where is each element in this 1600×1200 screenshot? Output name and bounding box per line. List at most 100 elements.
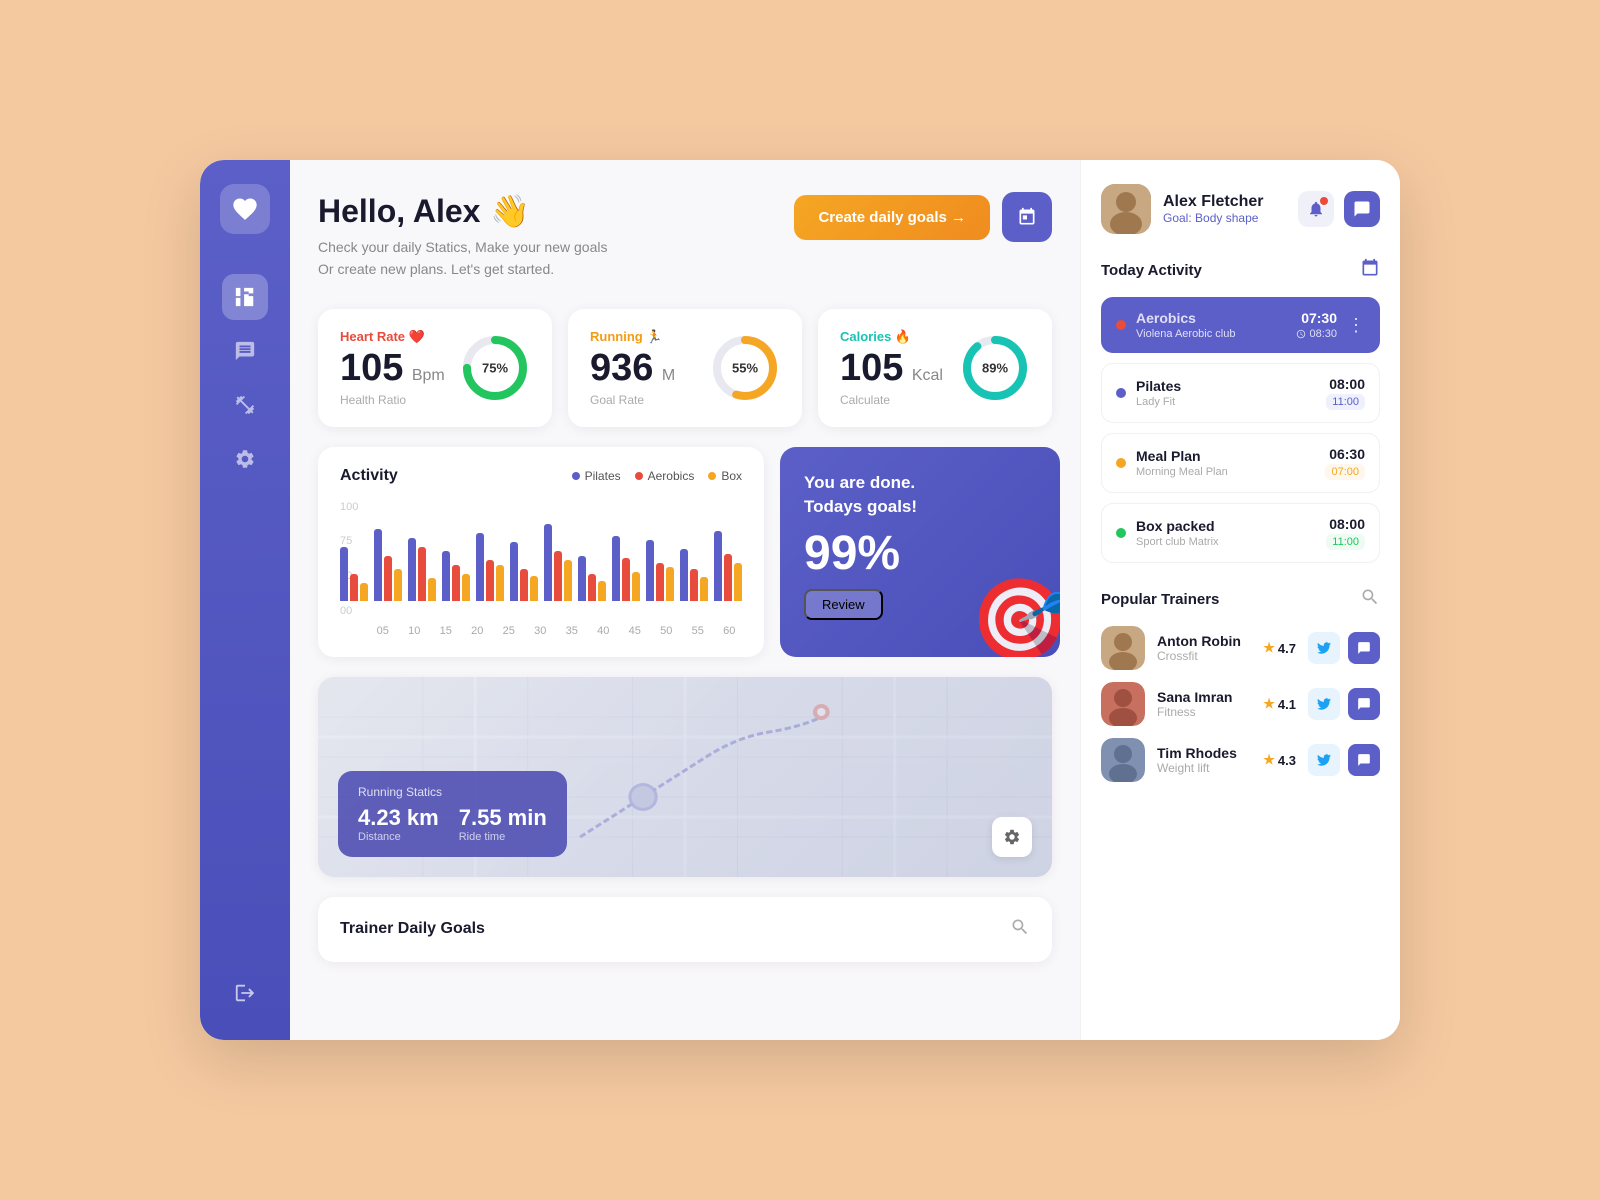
activity-chart-card: Activity Pilates Aerobics Box xyxy=(318,447,764,657)
sidebar-item-messages[interactable] xyxy=(222,328,268,374)
trainer-list: Anton Robin Crossfit ★ 4.7 xyxy=(1101,626,1380,782)
bar-aerobics-55 xyxy=(690,569,698,601)
bar-pilates-60 xyxy=(714,531,722,601)
main-content: Hello, Alex 👋 Check your daily Statics, … xyxy=(290,160,1080,1040)
bar-pilates-25 xyxy=(476,533,484,601)
activity-calendar-icon[interactable] xyxy=(1360,258,1380,283)
ride-time-label: Ride time xyxy=(459,831,547,843)
chart-label-20: 20 xyxy=(471,625,483,637)
tim-info: Tim Rhodes Weight lift xyxy=(1157,745,1251,775)
trainer-item-sana: Sana Imran Fitness ★ 4.1 xyxy=(1101,682,1380,726)
bar-box-30 xyxy=(530,576,538,601)
bar-pilates-45 xyxy=(612,536,620,601)
activity-item-box[interactable]: Box packed Sport club Matrix 08:00 11:00 xyxy=(1101,503,1380,563)
sidebar-logo[interactable] xyxy=(220,184,270,234)
anton-specialty: Crossfit xyxy=(1157,649,1251,663)
activity-item-pilates[interactable]: Pilates Lady Fit 08:00 11:00 xyxy=(1101,363,1380,423)
anton-twitter-button[interactable] xyxy=(1308,632,1340,664)
meal-dot xyxy=(1116,458,1126,468)
running-pct: 55% xyxy=(732,360,758,375)
trainers-search-icon[interactable] xyxy=(1360,587,1380,612)
calories-sub: Calculate xyxy=(840,393,943,407)
activity-item-meal[interactable]: Meal Plan Morning Meal Plan 06:30 07:00 xyxy=(1101,433,1380,493)
anton-actions xyxy=(1308,632,1380,664)
user-avatar-image xyxy=(1101,184,1151,234)
calories-label: Calories 🔥 xyxy=(840,329,943,345)
logout-button[interactable] xyxy=(222,970,268,1016)
bar-group-50 xyxy=(646,540,674,601)
anton-info: Anton Robin Crossfit xyxy=(1157,633,1251,663)
bar-group-35 xyxy=(544,524,572,601)
legend-aerobics: Aerobics xyxy=(635,469,695,483)
running-chart: 55% xyxy=(710,333,780,403)
goal-percentage: 99% xyxy=(804,526,900,581)
heart-rate-card: Heart Rate ❤️ 105 Bpm Health Ratio 75% xyxy=(318,309,552,427)
bar-group-40 xyxy=(578,556,606,601)
chart-label-25: 25 xyxy=(503,625,515,637)
sana-twitter-button[interactable] xyxy=(1308,688,1340,720)
sidebar-item-fitness[interactable] xyxy=(222,382,268,428)
sana-actions xyxy=(1308,688,1380,720)
activity-item-aerobics[interactable]: Aerobics Violena Aerobic club 07:30 08:3… xyxy=(1101,297,1380,353)
bar-group-20 xyxy=(442,551,470,601)
subtitle-line2: Or create new plans. Let's get started. xyxy=(318,261,554,277)
running-card: Running 🏃 936 M Goal Rate 55% xyxy=(568,309,802,427)
bar-pilates-10 xyxy=(374,529,382,601)
aerobics-menu[interactable]: ⋮ xyxy=(1347,315,1365,336)
calories-pct: 89% xyxy=(982,360,1008,375)
message-button[interactable] xyxy=(1344,191,1380,227)
chart-label-55: 55 xyxy=(692,625,704,637)
tim-twitter-button[interactable] xyxy=(1308,744,1340,776)
notification-button[interactable] xyxy=(1298,191,1334,227)
map-settings-button[interactable] xyxy=(992,817,1032,857)
trainers-header: Popular Trainers xyxy=(1101,587,1380,612)
aerobics-dot xyxy=(1116,320,1126,330)
anton-message-button[interactable] xyxy=(1348,632,1380,664)
legend-box: Box xyxy=(708,469,742,483)
tim-specialty: Weight lift xyxy=(1157,761,1251,775)
bar-pilates-30 xyxy=(510,542,518,601)
sana-message-button[interactable] xyxy=(1348,688,1380,720)
profile-icons xyxy=(1298,191,1380,227)
create-goals-button[interactable]: Create daily goals → xyxy=(794,195,990,240)
bar-group-05 xyxy=(340,547,368,601)
chart-labels: 051015202530354045505560 xyxy=(340,621,742,637)
bar-aerobics-40 xyxy=(588,574,596,601)
bar-box-05 xyxy=(360,583,368,601)
heart-rate-value: 105 Bpm xyxy=(340,349,445,387)
box-end: 11:00 xyxy=(1326,534,1365,550)
ride-time-value: 7.55 min xyxy=(459,805,547,831)
sidebar-item-dashboard[interactable] xyxy=(222,274,268,320)
goal-card: You are done.Todays goals! 99% Review 🎯 xyxy=(780,447,1060,657)
header-subtitle: Check your daily Statics, Make your new … xyxy=(318,236,607,281)
chart-label-40: 40 xyxy=(597,625,609,637)
today-activity-title: Today Activity xyxy=(1101,262,1202,279)
pilates-time: 08:00 11:00 xyxy=(1326,376,1365,410)
bar-box-25 xyxy=(496,565,504,601)
today-activity-header: Today Activity xyxy=(1101,258,1380,283)
bar-aerobics-05 xyxy=(350,574,358,601)
dashboard-header: Hello, Alex 👋 Check your daily Statics, … xyxy=(318,192,1052,281)
bar-chart-container: 100 75 50 00 051015202530354045505560 xyxy=(340,501,742,637)
box-dot xyxy=(708,472,716,480)
bar-group-25 xyxy=(476,533,504,601)
bar-aerobics-60 xyxy=(724,554,732,601)
distance-label: Distance xyxy=(358,831,439,843)
trainer-goals-search-icon[interactable] xyxy=(1010,917,1030,942)
bar-group-60 xyxy=(714,531,742,601)
aerobics-time: 07:30 08:30 xyxy=(1296,310,1337,340)
bar-pilates-20 xyxy=(442,551,450,601)
tim-name: Tim Rhodes xyxy=(1157,745,1251,761)
distance-value: 4.23 km xyxy=(358,805,439,831)
anton-rating: ★ 4.7 xyxy=(1263,640,1296,656)
tim-message-button[interactable] xyxy=(1348,744,1380,776)
review-button[interactable]: Review xyxy=(804,589,883,620)
sidebar-item-settings[interactable] xyxy=(222,436,268,482)
pilates-dot xyxy=(1116,388,1126,398)
today-activity-section: Today Activity Aerobics Violena Aerobic … xyxy=(1101,258,1380,563)
pilates-info: Pilates Lady Fit xyxy=(1136,378,1316,408)
calendar-button[interactable] xyxy=(1002,192,1052,242)
activity-legend: Pilates Aerobics Box xyxy=(572,469,742,483)
trainer-goals-header: Trainer Daily Goals xyxy=(340,917,1030,942)
aerobics-info: Aerobics Violena Aerobic club xyxy=(1136,310,1286,340)
